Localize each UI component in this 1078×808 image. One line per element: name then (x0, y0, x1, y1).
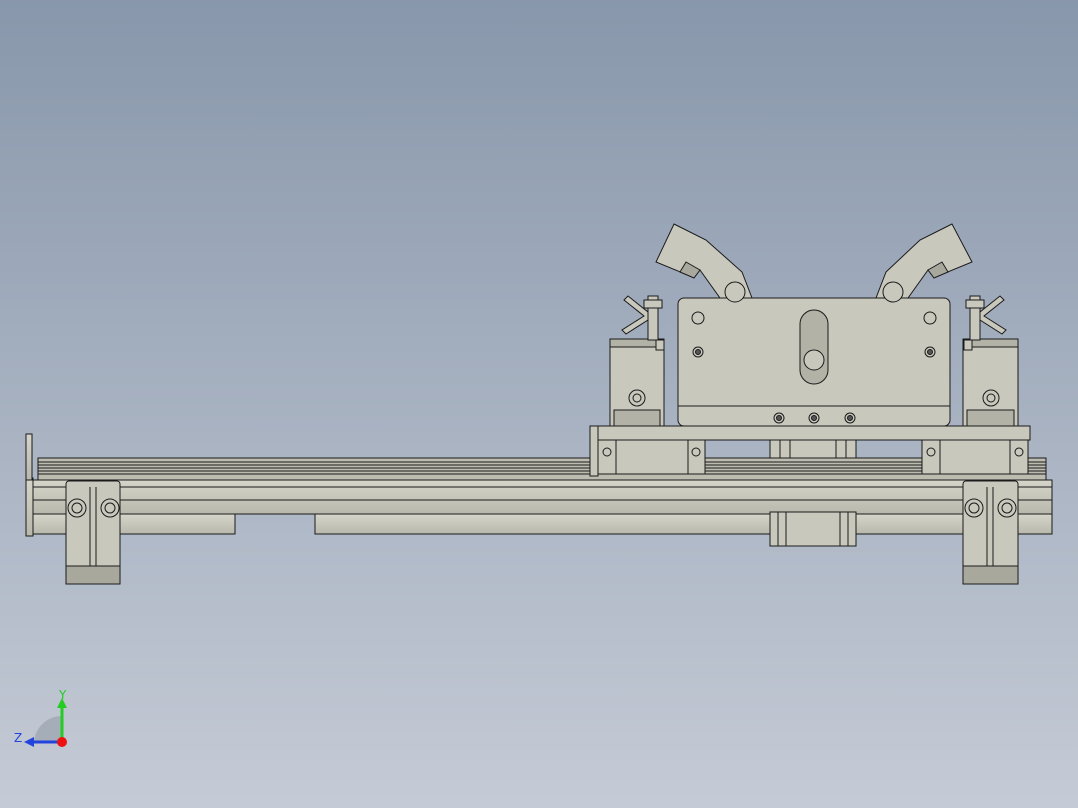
triad-quadrant (34, 715, 62, 742)
orientation-triad: Y Z (14, 688, 67, 747)
extrusion-beam (25, 433, 1053, 537)
z-axis-arrow-icon (24, 737, 34, 747)
right-gripper-jaw (875, 223, 973, 303)
left-gripper-jaw (655, 223, 753, 303)
z-axis-label: Z (14, 731, 22, 745)
right-end-bracket (962, 480, 1019, 585)
assembly-model[interactable] (0, 0, 1078, 808)
right-cylinder (962, 338, 1019, 427)
x-axis-dot-icon (57, 737, 67, 747)
cad-viewport[interactable]: Y Z (0, 0, 1078, 808)
left-cylinder (609, 338, 665, 427)
y-axis-label: Y (58, 688, 67, 702)
gripper-body (677, 297, 951, 427)
left-end-bracket (65, 480, 121, 585)
linear-guide-rail (37, 457, 1047, 481)
